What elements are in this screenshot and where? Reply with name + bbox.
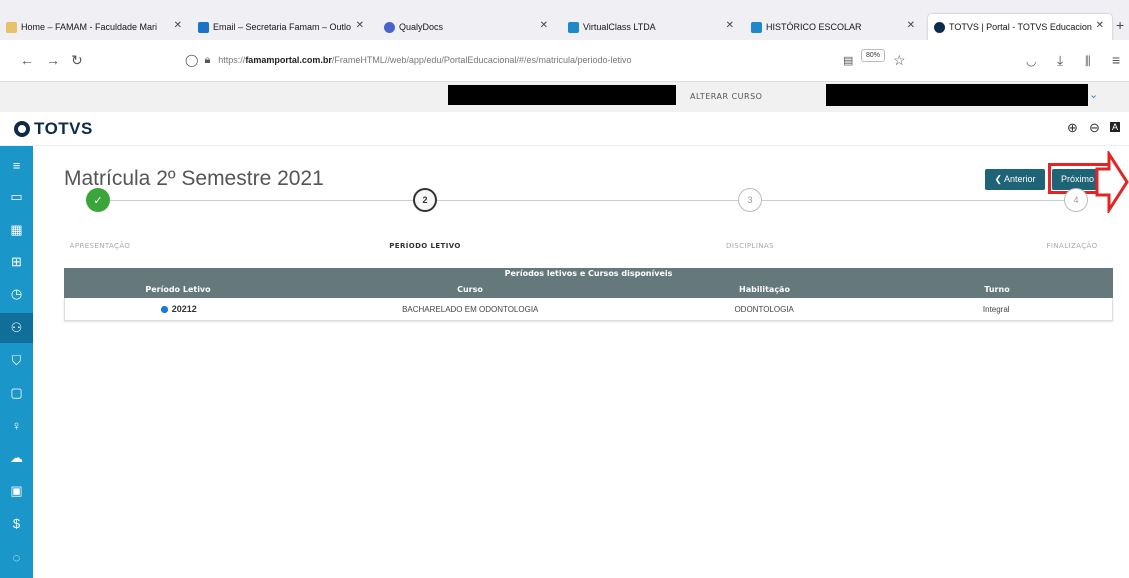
shield-icon: ◯ xyxy=(185,53,199,67)
user-header-strip: ALTERAR CURSO ⌄ xyxy=(0,82,1129,112)
tab-email[interactable]: Email – Secretaria Famam – Outlo ✕ xyxy=(192,14,372,40)
grid-icon[interactable]: ⊞ xyxy=(0,247,33,277)
library-icon[interactable]: ⫼ xyxy=(1085,54,1091,69)
zoom-in-icon[interactable]: ⊕ xyxy=(1067,120,1078,136)
radio-selected-icon[interactable] xyxy=(160,306,168,314)
step-4-pending: 4 xyxy=(1064,188,1088,212)
monitor-icon[interactable]: ▭ xyxy=(0,182,33,212)
app-header: TOTVS ⊕ ⊖ A xyxy=(0,112,1129,146)
address-bar[interactable]: ◯ 🔒︎ https:// famamportal.com.br /FrameH… xyxy=(185,46,899,74)
back-icon[interactable]: ← xyxy=(20,52,34,68)
totvs-logo-icon xyxy=(14,121,30,137)
pocket-icon[interactable]: ◡ xyxy=(1026,54,1036,68)
clock-icon[interactable]: ◷ xyxy=(0,279,33,309)
lock-icon: 🔒︎ xyxy=(204,53,211,66)
red-arrow-annotation xyxy=(1095,151,1129,213)
table-row[interactable]: 20212 BACHARELADO EM ODONTOLOGIA ODONTOL… xyxy=(64,298,1113,321)
step-1-done-icon: ✓ xyxy=(86,188,110,212)
chat-icon[interactable]: ◌ xyxy=(0,542,33,572)
qualydocs-icon xyxy=(384,21,395,33)
close-icon[interactable]: ✕ xyxy=(726,20,734,31)
previous-button[interactable]: ❮ Anterior xyxy=(985,169,1045,190)
bookmark-star-icon[interactable]: ☆ xyxy=(893,52,906,69)
zoom-level[interactable]: 80% xyxy=(861,49,886,62)
redacted-block xyxy=(448,85,676,105)
zoom-out-icon[interactable]: ⊖ xyxy=(1089,120,1100,136)
stepper-line xyxy=(98,200,1076,201)
totvs-favicon-icon xyxy=(934,21,945,33)
column-header: Habilitação xyxy=(739,284,790,294)
reload-icon[interactable]: ↻ xyxy=(71,52,83,69)
new-tab-icon[interactable]: + xyxy=(1116,17,1124,33)
dollar-icon[interactable]: $ xyxy=(0,508,33,538)
page-favicon-icon xyxy=(6,21,17,33)
table-caption: Períodos letivos e Cursos disponíveis xyxy=(64,268,1113,280)
url-prefix: https:// xyxy=(218,55,246,65)
cloud-icon[interactable]: ☁ xyxy=(0,443,33,473)
step-2-current: 2 xyxy=(413,188,437,212)
close-icon[interactable]: ✕ xyxy=(174,20,182,31)
tab-label: TOTVS | Portal - TOTVS Educacion xyxy=(949,22,1092,32)
download-icon[interactable]: ⤓ xyxy=(1057,52,1063,69)
course-cell: BACHARELADO EM ODONTOLOGIA xyxy=(402,304,539,314)
close-icon[interactable]: ✕ xyxy=(356,20,364,31)
tab-label: HISTÓRICO ESCOLAR xyxy=(766,22,862,32)
url-path: /FrameHTML//web/app/edu/PortalEducaciona… xyxy=(331,55,632,65)
step-3-pending: 3 xyxy=(738,188,762,212)
outlook-icon xyxy=(198,21,209,33)
close-icon[interactable]: ✕ xyxy=(540,20,548,31)
table-header: Período Letivo Curso Habilitação Turno xyxy=(64,280,1113,298)
tab-qualydocs[interactable]: QualyDocs ✕ xyxy=(378,14,556,40)
lightbulb-icon[interactable]: ♀ xyxy=(0,410,33,440)
browser-tab-strip: Home – FAMAM - Faculdade Mari ✕ Email – … xyxy=(0,0,1129,40)
periods-table: Períodos letivos e Cursos disponíveis Pe… xyxy=(64,268,1113,321)
period-value: 20212 xyxy=(171,304,197,314)
column-header: Turno xyxy=(984,284,1010,294)
tab-label: QualyDocs xyxy=(399,22,444,32)
user-add-icon[interactable]: ⚇ xyxy=(0,313,33,343)
tab-home-famam[interactable]: Home – FAMAM - Faculdade Mari ✕ xyxy=(0,14,190,40)
column-header: Período Letivo xyxy=(145,284,211,294)
brand-name: TOTVS xyxy=(34,119,93,138)
tab-label: Home – FAMAM - Faculdade Mari xyxy=(21,22,158,32)
menu-icon[interactable]: ≡ xyxy=(0,150,33,180)
chevron-down-icon[interactable]: ⌄ xyxy=(1089,88,1098,101)
reader-view-icon[interactable]: ▤ xyxy=(843,54,853,67)
browser-navbar: ← → ↻ ◯ 🔒︎ https:// famamportal.com.br /… xyxy=(0,40,1129,82)
sidebar: ≡ ▭ ▦ ⊞ ◷ ⚇ ⛉ ▢ ♀ ☁ ▣ $ ◌ xyxy=(0,146,33,578)
menu-icon[interactable]: ≡ xyxy=(1112,52,1120,68)
tab-historico[interactable]: HISTÓRICO ESCOLAR ✕ xyxy=(745,14,923,40)
url-host: famamportal.com.br xyxy=(245,55,332,65)
shift-cell: Integral xyxy=(982,304,1010,314)
forward-icon[interactable]: → xyxy=(46,52,60,68)
close-icon[interactable]: ✕ xyxy=(1096,20,1104,31)
column-header: Curso xyxy=(457,284,483,294)
step-3-label: DISCIPLINAS xyxy=(726,242,774,250)
virtualclass-icon xyxy=(568,21,579,33)
document-icon[interactable]: ▣ xyxy=(0,476,33,506)
tab-label: Email – Secretaria Famam – Outlo xyxy=(213,22,352,32)
tab-label: VirtualClass LTDA xyxy=(583,22,656,32)
qualification-cell: ODONTOLOGIA xyxy=(734,304,794,314)
redacted-block xyxy=(826,84,1088,106)
contrast-icon[interactable]: A xyxy=(1110,122,1121,132)
step-1-label: APRESENTAÇÃO xyxy=(69,242,131,250)
page-title: Matrícula 2º Semestre 2021 xyxy=(64,167,324,190)
tab-totvs-portal[interactable]: TOTVS | Portal - TOTVS Educacion ✕ xyxy=(928,14,1112,40)
tab-virtualclass[interactable]: VirtualClass LTDA ✕ xyxy=(562,14,742,40)
step-4-label: FINALIZAÇÃO xyxy=(1046,242,1098,250)
change-course-link[interactable]: ALTERAR CURSO xyxy=(690,92,762,101)
step-2-label: PERÍODO LETIVO xyxy=(389,242,461,250)
period-cell[interactable]: 20212 xyxy=(65,304,293,314)
graduation-icon[interactable]: ⛉ xyxy=(0,346,33,376)
clipboard-icon[interactable]: ▢ xyxy=(0,378,33,408)
close-icon[interactable]: ✕ xyxy=(907,20,915,31)
calendar-icon[interactable]: ▦ xyxy=(0,215,33,245)
historico-icon xyxy=(751,21,762,33)
totvs-logo: TOTVS xyxy=(14,119,93,139)
